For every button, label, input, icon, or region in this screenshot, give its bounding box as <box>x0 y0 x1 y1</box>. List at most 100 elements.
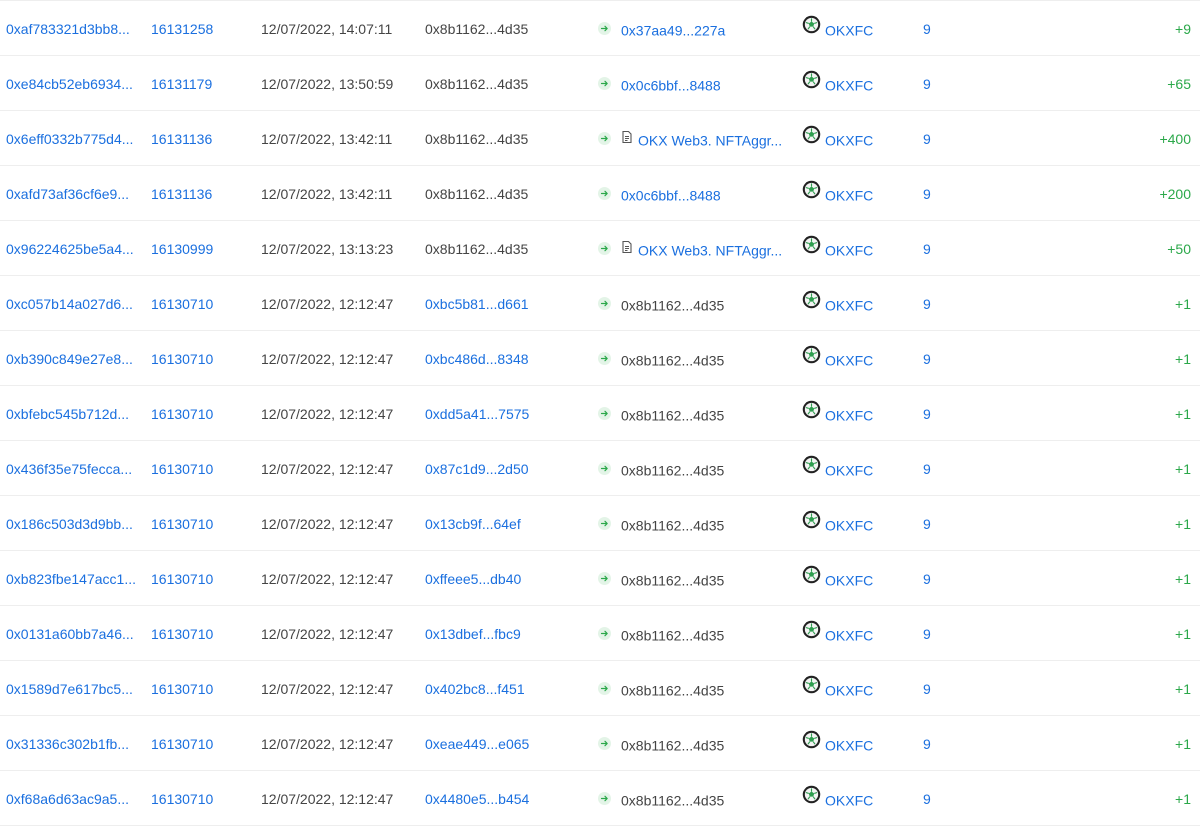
token-decimals[interactable]: 9 <box>923 1 963 55</box>
token-decimals[interactable]: 9 <box>923 56 963 110</box>
to-address[interactable]: 0x37aa49...227a <box>621 1 791 55</box>
block-number-link[interactable]: 16130710 <box>151 441 241 495</box>
tx-hash-link[interactable]: 0x186c503d3d9bb... <box>6 496 136 550</box>
arrow-right-icon <box>598 407 611 421</box>
block-number-link[interactable]: 16130710 <box>151 551 241 605</box>
tx-timestamp: 12/07/2022, 14:07:11 <box>261 21 393 37</box>
token-link[interactable]: OKXFC <box>802 551 902 605</box>
to-address[interactable]: 0x0c6bbf...8488 <box>621 56 791 110</box>
token-link[interactable]: OKXFC <box>802 221 902 275</box>
token-link[interactable]: OKXFC <box>802 111 902 165</box>
token-link[interactable]: OKXFC <box>802 166 902 220</box>
table-row: 0x0131a60bb7a46... 16130710 12/07/2022, 12… <box>0 606 1200 661</box>
block-number-link[interactable]: 16130710 <box>151 331 241 385</box>
token-decimals[interactable]: 9 <box>923 386 963 440</box>
contract-file-icon <box>621 221 633 275</box>
transfer-amount: +1 <box>1175 791 1191 807</box>
token-decimals[interactable]: 9 <box>923 771 963 825</box>
block-number-link[interactable]: 16131136 <box>151 111 241 165</box>
block-number-link[interactable]: 16130710 <box>151 606 241 660</box>
tx-hash-link[interactable]: 0x436f35e75fecca... <box>6 441 136 495</box>
token-link[interactable]: OKXFC <box>802 1 902 55</box>
soccer-ball-icon <box>802 111 821 165</box>
from-address[interactable]: 0x402bc8...f451 <box>425 661 565 715</box>
tx-timestamp: 12/07/2022, 12:12:47 <box>261 296 394 312</box>
from-address[interactable]: 0xbc5b81...d661 <box>425 276 565 330</box>
block-number-link[interactable]: 16130710 <box>151 771 241 825</box>
soccer-ball-icon <box>802 386 821 440</box>
block-number-link[interactable]: 16130999 <box>151 221 241 275</box>
to-address[interactable]: OKX Web3. NFTAggr... <box>621 221 791 275</box>
tx-hash-link[interactable]: 0x0131a60bb7a46... <box>6 606 136 660</box>
tx-hash-link[interactable]: 0xbfebc545b712d... <box>6 386 136 440</box>
from-address[interactable]: 0x13dbef...fbc9 <box>425 606 565 660</box>
tx-hash-link[interactable]: 0xb823fbe147acc1... <box>6 551 136 605</box>
tx-timestamp: 12/07/2022, 12:12:47 <box>261 791 394 807</box>
token-link[interactable]: OKXFC <box>802 331 902 385</box>
token-decimals[interactable]: 9 <box>923 276 963 330</box>
tx-hash-link[interactable]: 0xc057b14a027d6... <box>6 276 136 330</box>
token-link[interactable]: OKXFC <box>802 56 902 110</box>
token-link[interactable]: OKXFC <box>802 771 902 825</box>
tx-hash-link[interactable]: 0xe84cb52eb6934... <box>6 56 136 110</box>
token-link[interactable]: OKXFC <box>802 386 902 440</box>
token-decimals[interactable]: 9 <box>923 551 963 605</box>
to-address[interactable]: 0x0c6bbf...8488 <box>621 166 791 220</box>
token-decimals[interactable]: 9 <box>923 661 963 715</box>
direction-indicator <box>598 386 614 440</box>
token-link[interactable]: OKXFC <box>802 716 902 770</box>
to-address-text: 0x8b1162...4d35 <box>621 682 725 699</box>
tx-hash-link[interactable]: 0xb390c849e27e8... <box>6 331 136 385</box>
transfer-amount: +400 <box>1159 131 1191 147</box>
from-address[interactable]: 0xeae449...e065 <box>425 716 565 770</box>
transfer-amount: +1 <box>1175 736 1191 752</box>
token-decimals[interactable]: 9 <box>923 716 963 770</box>
token-decimals[interactable]: 9 <box>923 111 963 165</box>
tx-hash-link[interactable]: 0xaf783321d3bb8... <box>6 1 136 55</box>
soccer-ball-icon <box>802 716 821 770</box>
direction-indicator <box>598 441 614 495</box>
tx-hash-link[interactable]: 0xf68a6d63ac9a5... <box>6 771 136 825</box>
token-decimals[interactable]: 9 <box>923 441 963 495</box>
token-symbol: OKXFC <box>825 627 874 644</box>
block-number-link[interactable]: 16130710 <box>151 496 241 550</box>
token-link[interactable]: OKXFC <box>802 276 902 330</box>
soccer-ball-icon <box>802 551 821 605</box>
tx-hash-link[interactable]: 0x31336c302b1fb... <box>6 716 136 770</box>
direction-indicator <box>598 496 614 550</box>
block-number-link[interactable]: 16130710 <box>151 276 241 330</box>
from-address: 0x8b1162...4d35 <box>425 186 529 202</box>
from-address[interactable]: 0x13cb9f...64ef <box>425 496 565 550</box>
block-number-link[interactable]: 16131136 <box>151 166 241 220</box>
tx-hash-link[interactable]: 0x6eff0332b775d4... <box>6 111 136 165</box>
block-number-link[interactable]: 16131179 <box>151 56 241 110</box>
tx-hash-link[interactable]: 0xafd73af36cf6e9... <box>6 166 136 220</box>
to-address: 0x8b1162...4d35 <box>621 331 791 385</box>
block-number-link[interactable]: 16130710 <box>151 716 241 770</box>
token-link[interactable]: OKXFC <box>802 661 902 715</box>
from-address[interactable]: 0x87c1d9...2d50 <box>425 441 565 495</box>
token-decimals[interactable]: 9 <box>923 496 963 550</box>
transfer-amount: +1 <box>1175 296 1191 312</box>
from-address[interactable]: 0x4480e5...b454 <box>425 771 565 825</box>
from-address[interactable]: 0xffeee5...db40 <box>425 551 565 605</box>
arrow-right-icon <box>598 242 611 256</box>
token-decimals[interactable]: 9 <box>923 331 963 385</box>
token-link[interactable]: OKXFC <box>802 496 902 550</box>
token-decimals[interactable]: 9 <box>923 221 963 275</box>
to-address[interactable]: OKX Web3. NFTAggr... <box>621 111 791 165</box>
tx-hash-link[interactable]: 0x96224625be5a4... <box>6 221 136 275</box>
token-decimals[interactable]: 9 <box>923 166 963 220</box>
token-decimals[interactable]: 9 <box>923 606 963 660</box>
token-link[interactable]: OKXFC <box>802 441 902 495</box>
token-symbol: OKXFC <box>825 737 874 754</box>
block-number-link[interactable]: 16130710 <box>151 661 241 715</box>
from-address[interactable]: 0xdd5a41...7575 <box>425 386 565 440</box>
block-number-link[interactable]: 16131258 <box>151 1 241 55</box>
transfer-amount: +1 <box>1175 406 1191 422</box>
token-link[interactable]: OKXFC <box>802 606 902 660</box>
from-address[interactable]: 0xbc486d...8348 <box>425 331 565 385</box>
block-number-link[interactable]: 16130710 <box>151 386 241 440</box>
soccer-ball-icon <box>802 276 821 330</box>
tx-hash-link[interactable]: 0x1589d7e617bc5... <box>6 661 136 715</box>
